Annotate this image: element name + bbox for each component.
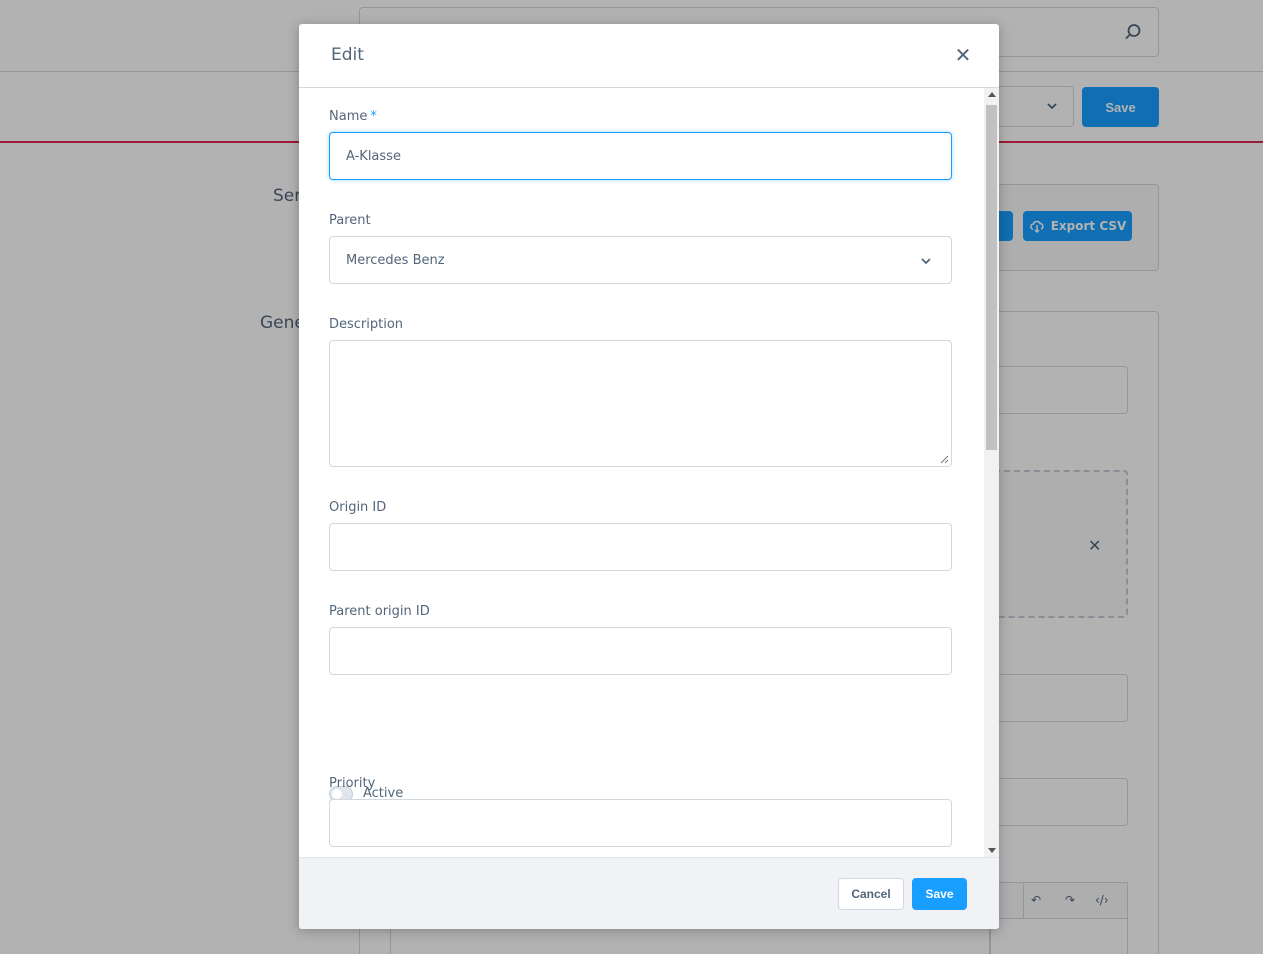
modal-header: Edit ✕ xyxy=(299,24,999,88)
save-button[interactable]: Save xyxy=(912,878,967,910)
description-label: Description xyxy=(329,317,404,332)
parent-value: Mercedes Benz xyxy=(346,252,445,268)
origin-id-label: Origin ID xyxy=(329,500,387,515)
modal-scrollbar[interactable] xyxy=(984,88,999,857)
parent-origin-id-label: Parent origin ID xyxy=(329,604,430,619)
priority-input[interactable] xyxy=(329,799,952,847)
close-icon[interactable]: ✕ xyxy=(952,43,974,67)
edit-modal: Edit ✕ Name * A-Klasse Parent Mercedes Be… xyxy=(299,24,999,929)
modal-body: Name * A-Klasse Parent Mercedes Benz Desc… xyxy=(299,88,999,857)
scroll-up-arrow-icon[interactable] xyxy=(988,92,996,97)
chevron-down-icon xyxy=(921,258,931,265)
scroll-thumb[interactable] xyxy=(986,105,997,450)
parent-label: Parent xyxy=(329,213,371,228)
cancel-button[interactable]: Cancel xyxy=(838,878,904,910)
parent-origin-id-input[interactable] xyxy=(329,627,952,675)
name-label: Name * xyxy=(329,109,377,124)
modal-title: Edit xyxy=(331,45,364,65)
required-mark: * xyxy=(370,109,377,124)
origin-id-input[interactable] xyxy=(329,523,952,571)
name-input[interactable]: A-Klasse xyxy=(329,132,952,180)
priority-label: Priority xyxy=(329,776,376,791)
resize-handle-icon[interactable] xyxy=(939,454,949,464)
name-value: A-Klasse xyxy=(346,148,401,164)
name-label-text: Name xyxy=(329,109,368,124)
modal-footer: Cancel Save xyxy=(299,857,999,929)
scroll-down-arrow-icon[interactable] xyxy=(988,848,996,853)
description-textarea[interactable] xyxy=(329,340,952,467)
parent-select[interactable]: Mercedes Benz xyxy=(329,236,952,284)
